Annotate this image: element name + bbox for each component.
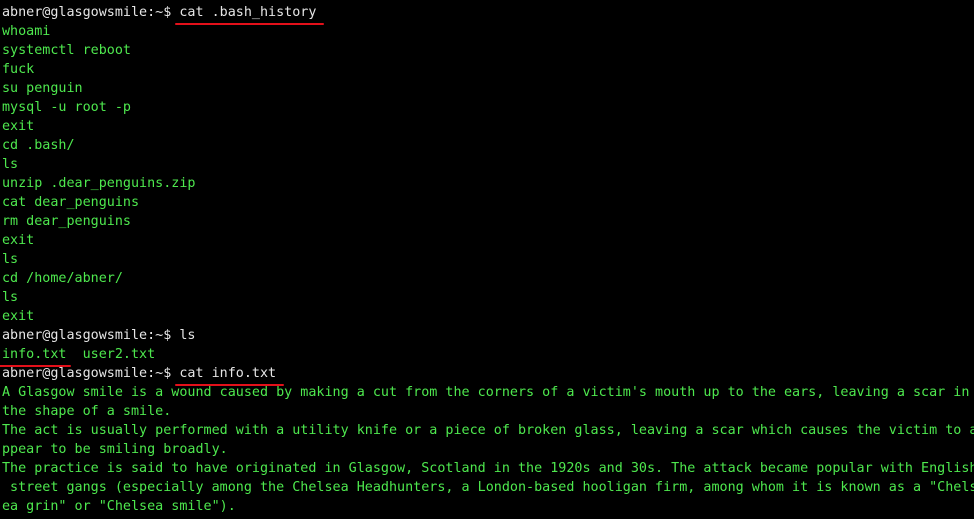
shell-command: cat .bash_history xyxy=(175,5,325,25)
terminal-line: whoami xyxy=(2,22,974,41)
terminal-window[interactable]: abner@glasgowsmile:~$ cat .bash_history w… xyxy=(0,0,974,519)
output-text: ls xyxy=(2,290,19,305)
output-text: the shape of a smile. xyxy=(2,404,172,419)
terminal-line: abner@glasgowsmile:~$ cat .bash_history xyxy=(2,3,974,25)
terminal-line: street gangs (especially among the Chels… xyxy=(2,478,974,497)
output-text: street gangs (especially among the Chels… xyxy=(2,480,974,495)
terminal-line: fuck xyxy=(2,60,974,79)
terminal-line: ls xyxy=(2,250,974,269)
terminal-line: A Glasgow smile is a wound caused by mak… xyxy=(2,383,974,402)
shell-prompt: abner@glasgowsmile:~$ xyxy=(2,5,172,20)
shell-prompt: abner@glasgowsmile:~$ xyxy=(2,366,172,381)
shell-prompt: abner@glasgowsmile:~$ xyxy=(2,328,172,343)
output-text: cd .bash/ xyxy=(2,138,75,153)
terminal-line: exit xyxy=(2,117,974,136)
terminal-line: ls xyxy=(2,155,974,174)
terminal-line: systemctl reboot xyxy=(2,41,974,60)
output-text: cd /home/abner/ xyxy=(2,271,123,286)
output-text: The practice is said to have originated … xyxy=(2,461,974,476)
terminal-line: cat dear_penguins xyxy=(2,193,974,212)
output-text: ppear to be smiling broadly. xyxy=(2,442,228,457)
output-text: ls xyxy=(2,252,19,267)
terminal-line: su penguin xyxy=(2,79,974,98)
shell-command: cat info.txt xyxy=(175,366,284,386)
terminal-line: cd .bash/ xyxy=(2,136,974,155)
terminal-line: the shape of a smile. xyxy=(2,402,974,421)
output-text: whoami xyxy=(2,24,51,39)
output-text: exit xyxy=(2,119,35,134)
output-text: systemctl reboot xyxy=(2,43,131,58)
terminal-line: abner@glasgowsmile:~$ ls xyxy=(2,326,974,345)
terminal-line: The practice is said to have originated … xyxy=(2,459,974,478)
output-text: unzip .dear_penguins.zip xyxy=(2,176,196,191)
output-text: A Glasgow smile is a wound caused by mak… xyxy=(2,385,970,400)
terminal-line: rm dear_penguins xyxy=(2,212,974,231)
file-name: info.txt xyxy=(0,347,70,367)
terminal-line: exit xyxy=(2,307,974,326)
output-text: rm dear_penguins xyxy=(2,214,131,229)
output-text: cat dear_penguins xyxy=(2,195,140,210)
terminal-line: abner@glasgowsmile:~$ cat info.txt xyxy=(2,364,974,386)
output-text: su penguin xyxy=(2,81,83,96)
output-text: exit xyxy=(2,233,35,248)
terminal-line: cd /home/abner/ xyxy=(2,269,974,288)
terminal-line: unzip .dear_penguins.zip xyxy=(2,174,974,193)
output-text: ls xyxy=(2,157,19,172)
terminal-line: mysql -u root -p xyxy=(2,98,974,117)
output-text: ea grin" or "Chelsea smile"). xyxy=(2,499,236,514)
output-text: fuck xyxy=(2,62,35,77)
terminal-line: ppear to be smiling broadly. xyxy=(2,440,974,459)
file-name: user2.txt xyxy=(66,347,156,362)
terminal-line: ls xyxy=(2,288,974,307)
terminal-line: exit xyxy=(2,231,974,250)
output-text: The act is usually performed with a util… xyxy=(2,423,974,438)
terminal-line: ea grin" or "Chelsea smile"). xyxy=(2,497,974,516)
shell-command: ls xyxy=(179,328,196,343)
terminal-line: info.txt user2.txt xyxy=(0,345,974,367)
terminal-line: The act is usually performed with a util… xyxy=(2,421,974,440)
output-text: exit xyxy=(2,309,35,324)
output-text: mysql -u root -p xyxy=(2,100,131,115)
